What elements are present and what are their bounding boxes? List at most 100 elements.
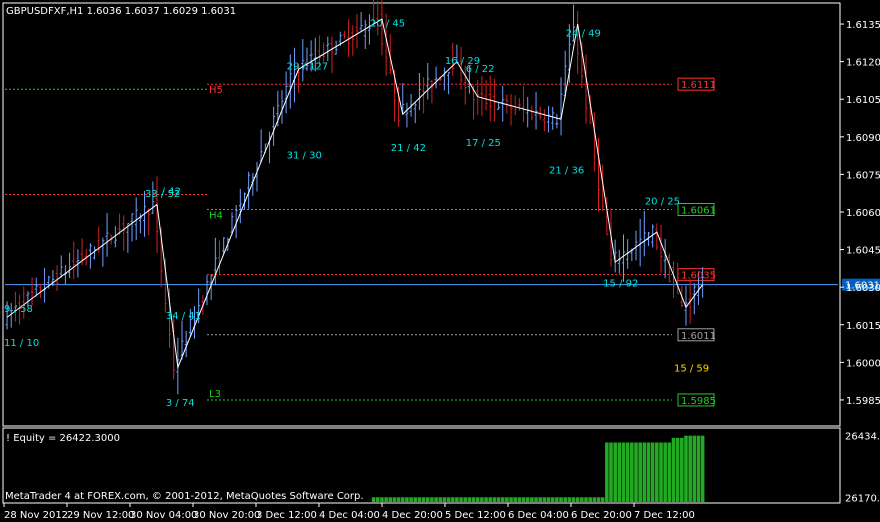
equity-bar	[588, 497, 592, 502]
equity-bar	[638, 442, 642, 502]
equity-bar	[667, 442, 672, 502]
equity-bar	[413, 497, 418, 502]
level-value-label: 1.6111	[681, 80, 716, 91]
y-axis-tick-label: 1.6045	[846, 246, 880, 257]
x-axis-tick-label: 4 Dec 04:00	[319, 510, 380, 521]
equity-bar	[505, 497, 509, 502]
level-value-label: 1.6035	[681, 271, 716, 282]
copyright-text: MetaTrader 4 at FOREX.com, © 2001-2012, …	[5, 491, 364, 502]
equity-bar	[442, 497, 447, 502]
equity-bar	[575, 497, 580, 502]
equity-bar	[609, 442, 613, 502]
equity-bar	[371, 497, 376, 502]
equity-bar	[450, 497, 455, 502]
equity-bar	[692, 435, 697, 502]
equity-bar	[546, 497, 551, 502]
equity-bar	[684, 435, 688, 502]
equity-bar	[630, 442, 634, 502]
level-label: H5	[209, 85, 223, 96]
equity-bar	[534, 497, 538, 502]
equity-bar	[559, 497, 563, 502]
y-axis-tick-label: 1.6105	[846, 95, 880, 106]
x-axis-tick-label: 30 Nov 04:00	[130, 510, 197, 521]
equity-bar	[446, 497, 451, 502]
equity-bar	[455, 497, 459, 502]
zigzag-label: 20 / 25	[645, 197, 680, 208]
y-axis-tick-label: 1.6015	[846, 321, 880, 332]
equity-bar	[509, 497, 513, 502]
equity-bar	[680, 437, 684, 502]
zigzag-label: / 42	[162, 187, 181, 198]
y-axis-tick-label: 1.6135	[846, 20, 880, 31]
equity-bar	[596, 497, 601, 502]
equity-bar	[659, 442, 663, 502]
equity-axis-tick-label: 26170.3	[845, 493, 880, 504]
x-axis-tick-label: 4 Dec 20:00	[382, 510, 443, 521]
equity-bar	[675, 437, 680, 502]
equity-bar	[459, 497, 463, 502]
equity-bar	[380, 497, 384, 502]
zigzag-label: 31 / 30	[287, 151, 322, 162]
equity-bar	[584, 497, 588, 502]
equity-bar	[517, 497, 522, 502]
zigzag-label: 29 / 127	[287, 61, 329, 72]
equity-bar	[484, 497, 488, 502]
equity-bar	[475, 497, 480, 502]
level-label: H4	[209, 210, 223, 221]
equity-bar	[571, 497, 576, 502]
equity-bar	[463, 497, 468, 502]
y-axis-tick-label: 1.6075	[846, 170, 880, 181]
x-axis-tick-label: 28 Nov 2012	[4, 510, 68, 521]
y-axis-tick-label: 1.6000	[846, 358, 880, 369]
zigzag-label: 15 / 59	[674, 364, 709, 375]
equity-bar	[600, 497, 605, 502]
equity-bar	[592, 497, 597, 502]
equity-axis-tick-label: 26434.3	[845, 432, 880, 443]
equity-bar	[438, 497, 443, 502]
x-axis-tick-label: 7 Dec 12:00	[634, 510, 695, 521]
equity-bar	[700, 435, 705, 502]
equity-bar	[605, 442, 609, 502]
equity-bar	[663, 442, 667, 502]
equity-bar	[480, 497, 484, 502]
equity-bar	[421, 497, 426, 502]
zigzag-label: 17 / 25	[466, 138, 501, 149]
y-axis-tick-label: 1.6120	[846, 58, 880, 69]
level-value-label: 1.5985	[681, 396, 716, 407]
equity-bar	[567, 497, 572, 502]
y-axis-tick-label: 1.6090	[846, 133, 880, 144]
equity-bar	[550, 497, 555, 502]
equity-bar	[538, 497, 542, 502]
equity-bar	[496, 497, 501, 502]
equity-bar	[405, 497, 409, 502]
equity-bar	[375, 497, 380, 502]
zigzag-label: 34 / 41	[166, 311, 201, 322]
equity-bar	[417, 497, 422, 502]
level-label: L3	[209, 389, 221, 400]
equity-bar	[430, 497, 434, 502]
zigzag-label: 24 / 49	[566, 29, 601, 40]
equity-bar	[696, 435, 701, 502]
equity-bar	[434, 497, 438, 502]
zigzag-label: 20 / 45	[370, 19, 405, 30]
equity-bar	[621, 442, 626, 502]
equity-bar	[671, 437, 676, 502]
x-axis-tick-label: 6 Dec 20:00	[571, 510, 632, 521]
equity-bar	[396, 497, 401, 502]
zigzag-label: 21 / 42	[391, 143, 426, 154]
level-value-label: 1.6061	[681, 205, 716, 216]
equity-bar	[555, 497, 559, 502]
zigzag-label: 3 / 74	[166, 398, 195, 409]
equity-bar	[580, 497, 584, 502]
x-axis-tick-label: 5 Dec 12:00	[445, 510, 506, 521]
x-axis-tick-label: 6 Dec 04:00	[508, 510, 569, 521]
equity-bar	[525, 497, 530, 502]
price-chart[interactable]: 1.60311.61351.61201.61051.60901.60751.60…	[0, 0, 880, 522]
equity-bar	[492, 497, 497, 502]
equity-label: ! Equity = 26422.3000	[6, 433, 120, 444]
equity-bar	[471, 497, 476, 502]
equity-bar	[617, 442, 622, 502]
equity-bar	[613, 442, 617, 502]
zigzag-label: 21 / 36	[549, 166, 584, 177]
equity-bar	[625, 442, 630, 502]
